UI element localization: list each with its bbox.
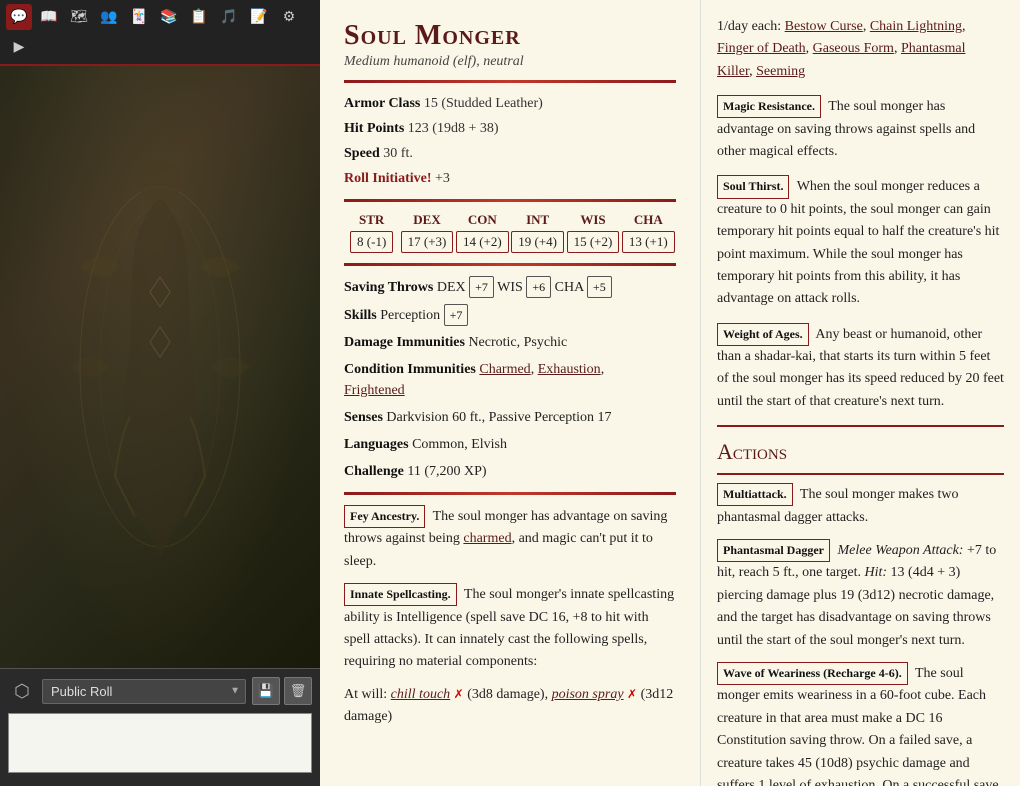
wis-save-box[interactable]: +6 bbox=[526, 276, 551, 298]
seeming-link[interactable]: Seeming bbox=[756, 64, 805, 79]
bestow-curse-link[interactable]: Bestow Curse bbox=[785, 19, 863, 34]
skills-line: Skills Perception +7 bbox=[344, 304, 676, 326]
chill-touch-remove[interactable]: ✗ bbox=[454, 687, 464, 701]
once-per-day-spells: 1/day each: Bestow Curse, Chain Lightnin… bbox=[717, 16, 1004, 83]
languages-line: Languages Common, Elvish bbox=[344, 434, 676, 455]
ability-cha: CHA 13 (+1) bbox=[621, 212, 676, 253]
roll-type-select[interactable]: Public Roll Private GM Roll Blind GM Rol… bbox=[42, 679, 246, 704]
roll-type-wrapper: Public Roll Private GM Roll Blind GM Rol… bbox=[42, 679, 246, 704]
more-icon[interactable]: ▶ bbox=[6, 34, 32, 60]
journal-icon[interactable]: 📖 bbox=[36, 4, 62, 30]
cards-icon[interactable]: 🃏 bbox=[126, 4, 152, 30]
phantasmal-dagger-action: Phantasmal Dagger Melee Weapon Attack: +… bbox=[717, 539, 1004, 652]
sidebar-artwork bbox=[0, 66, 320, 668]
dex-value[interactable]: 17 (+3) bbox=[401, 231, 454, 253]
roll-action-buttons: 💾 🗑 bbox=[252, 677, 312, 705]
multiattack-badge: Multiattack. bbox=[717, 483, 793, 506]
con-value[interactable]: 14 (+2) bbox=[456, 231, 509, 253]
roll-initiative-link[interactable]: Roll Initiative! bbox=[344, 171, 432, 186]
compendium-icon[interactable]: 📚 bbox=[156, 4, 182, 30]
sidebar-toolbar: 💬 📖 🗺 👥 🃏 📚 📋 🎵 📝 ⚙ ▶ bbox=[0, 0, 320, 66]
str-value[interactable]: 8 (-1) bbox=[350, 231, 393, 253]
traits-divider bbox=[344, 492, 676, 495]
charmed-link[interactable]: Charmed bbox=[479, 362, 530, 377]
magic-resistance-trait: Magic Resistance. The soul monger has ad… bbox=[717, 95, 1004, 163]
actions-divider bbox=[717, 425, 1004, 427]
wave-of-weariness-badge: Wave of Weariness (Recharge 4-6). bbox=[717, 662, 908, 685]
ability-con: CON 14 (+2) bbox=[455, 212, 510, 253]
chat-icon[interactable]: 💬 bbox=[6, 4, 32, 30]
delete-chat-button[interactable]: 🗑 bbox=[284, 677, 312, 705]
senses-line: Senses Darkvision 60 ft., Passive Percep… bbox=[344, 407, 676, 428]
cha-save-box[interactable]: +5 bbox=[587, 276, 612, 298]
ability-dex: DEX 17 (+3) bbox=[399, 212, 454, 253]
soul-thirst-trait: Soul Thirst. When the soul monger reduce… bbox=[717, 175, 1004, 310]
tokens-icon[interactable]: 👥 bbox=[96, 4, 122, 30]
save-chat-button[interactable]: 💾 bbox=[252, 677, 280, 705]
ability-int: INT 19 (+4) bbox=[510, 212, 565, 253]
actions-divider2 bbox=[717, 473, 1004, 475]
at-will-line: At will: chill touch ✗ (3d8 damage), poi… bbox=[344, 684, 676, 729]
settings-icon[interactable]: ⚙ bbox=[276, 4, 302, 30]
innate-spellcasting-badge: Innate Spellcasting. bbox=[344, 583, 457, 606]
map-icon[interactable]: 🗺 bbox=[66, 4, 92, 30]
wave-of-weariness-action: Wave of Weariness (Recharge 4-6). The so… bbox=[717, 662, 1004, 786]
damage-immunities-line: Damage Immunities Necrotic, Psychic bbox=[344, 332, 676, 353]
challenge-line: Challenge 11 (7,200 XP) bbox=[344, 461, 676, 482]
audio-icon[interactable]: 🎵 bbox=[216, 4, 242, 30]
roll-bar: ⬡ Public Roll Private GM Roll Blind GM R… bbox=[8, 677, 312, 705]
finger-of-death-link[interactable]: Finger of Death bbox=[717, 41, 806, 56]
weight-of-ages-badge: Weight of Ages. bbox=[717, 323, 809, 346]
title-divider bbox=[344, 80, 676, 83]
ability-str: STR 8 (-1) bbox=[344, 212, 399, 253]
monster-name: Soul Monger bbox=[344, 20, 676, 52]
right-panel: 1/day each: Bestow Curse, Chain Lightnin… bbox=[700, 0, 1020, 786]
exhaustion-link[interactable]: Exhaustion bbox=[538, 362, 601, 377]
initiative-line: Roll Initiative! +3 bbox=[344, 168, 676, 189]
main-content: Soul Monger Medium humanoid (elf), neutr… bbox=[320, 0, 700, 786]
phantasmal-dagger-badge: Phantasmal Dagger bbox=[717, 539, 830, 562]
charmed-trait-link[interactable]: charmed bbox=[463, 531, 511, 546]
fey-ancestry-trait: Fey Ancestry. The soul monger has advant… bbox=[344, 505, 676, 573]
ability-scores-table: STR 8 (-1) DEX 17 (+3) CON 14 (+2) INT 1… bbox=[344, 212, 676, 253]
gaseous-form-link[interactable]: Gaseous Form bbox=[813, 41, 894, 56]
chain-lightning-link[interactable]: Chain Lightning bbox=[870, 19, 962, 34]
frightened-link[interactable]: Frightened bbox=[344, 383, 405, 398]
ability-divider bbox=[344, 263, 676, 266]
ability-wis: WIS 15 (+2) bbox=[565, 212, 620, 253]
chat-input[interactable] bbox=[8, 713, 312, 773]
cha-value[interactable]: 13 (+1) bbox=[622, 231, 675, 253]
armor-class-line: Armor Class 15 (Studded Leather) bbox=[344, 93, 676, 114]
speed-line: Speed 30 ft. bbox=[344, 143, 676, 164]
sidebar-art-area bbox=[0, 66, 320, 668]
sidebar: 💬 📖 🗺 👥 🃏 📚 📋 🎵 📝 ⚙ ▶ bbox=[0, 0, 320, 786]
poison-spray-link[interactable]: poison spray bbox=[552, 687, 624, 702]
monster-subtitle: Medium humanoid (elf), neutral bbox=[344, 54, 676, 70]
stats-divider bbox=[344, 199, 676, 202]
chill-touch-link[interactable]: chill touch bbox=[391, 687, 451, 702]
actions-heading: Actions bbox=[717, 439, 1004, 465]
saving-throws-line: Saving Throws DEX +7 WIS +6 CHA +5 bbox=[344, 276, 676, 298]
dex-save-box[interactable]: +7 bbox=[469, 276, 494, 298]
weight-of-ages-trait: Weight of Ages. Any beast or humanoid, o… bbox=[717, 323, 1004, 414]
notes-icon[interactable]: 📝 bbox=[246, 4, 272, 30]
sidebar-bottom: ⬡ Public Roll Private GM Roll Blind GM R… bbox=[0, 668, 320, 786]
fey-ancestry-badge: Fey Ancestry. bbox=[344, 505, 425, 528]
magic-resistance-badge: Magic Resistance. bbox=[717, 95, 821, 118]
poison-spray-remove[interactable]: ✗ bbox=[627, 687, 637, 701]
perception-box[interactable]: +7 bbox=[444, 304, 469, 326]
wis-value[interactable]: 15 (+2) bbox=[567, 231, 620, 253]
condition-immunities-line: Condition Immunities Charmed, Exhaustion… bbox=[344, 359, 676, 401]
dice-icon: ⬡ bbox=[8, 677, 36, 705]
hit-points-line: Hit Points 123 (19d8 + 38) bbox=[344, 118, 676, 139]
int-value[interactable]: 19 (+4) bbox=[511, 231, 564, 253]
tables-icon[interactable]: 📋 bbox=[186, 4, 212, 30]
multiattack-action: Multiattack. The soul monger makes two p… bbox=[717, 483, 1004, 529]
soul-thirst-badge: Soul Thirst. bbox=[717, 175, 789, 198]
innate-spellcasting-trait: Innate Spellcasting. The soul monger's i… bbox=[344, 583, 676, 674]
